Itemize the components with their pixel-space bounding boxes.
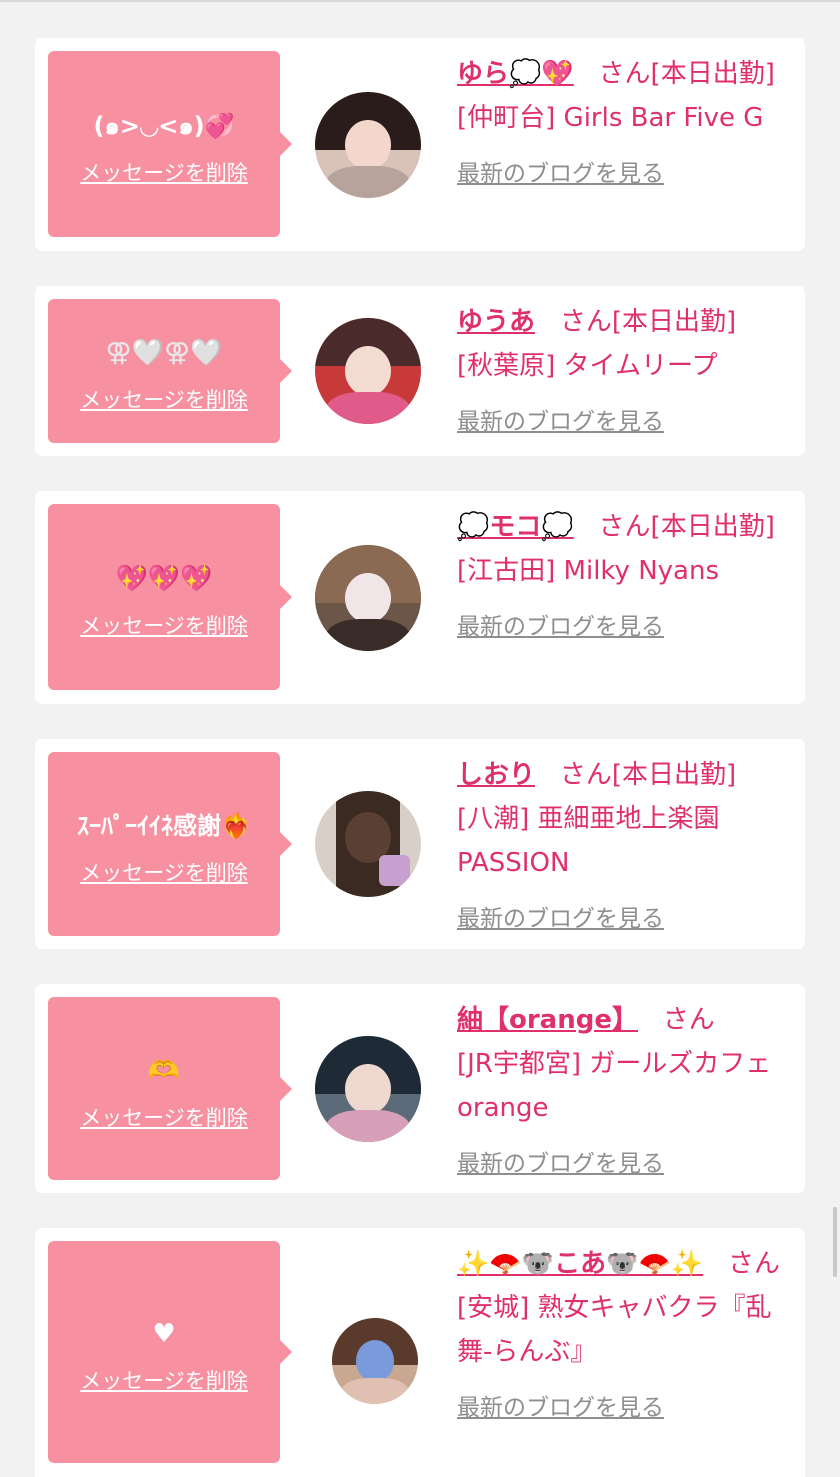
message-text: ♥: [152, 1319, 176, 1349]
honorific-status: さん: [662, 1005, 715, 1035]
delete-message-link[interactable]: メッセージを削除: [80, 857, 248, 887]
avatar[interactable]: [315, 545, 421, 651]
honorific-status: さん: [728, 1249, 781, 1279]
avatar[interactable]: [315, 791, 421, 897]
message-text: 💖💖💖: [115, 564, 213, 594]
list-item: ｽｰﾊﾟｰｲｲﾈ感謝❤️‍🔥 メッセージを削除 しおり さん[本日出勤] [八潮…: [35, 739, 805, 949]
honorific-status: さん[本日出勤]: [598, 59, 775, 89]
delete-message-link[interactable]: メッセージを削除: [80, 157, 248, 187]
shop-label: [八潮] 亜細亜地上楽園PASSION: [457, 804, 720, 878]
message-bubble: ⚢🤍⚢🤍 メッセージを削除: [48, 299, 292, 443]
list-item: (๑>◡<๑)💞 メッセージを削除 ゆら💭💖 さん[本日出勤] [仲町台] Gi…: [35, 38, 805, 251]
name-link[interactable]: 💭モコ💭: [457, 512, 574, 542]
honorific-status: さん[本日出勤]: [559, 760, 737, 790]
latest-blog-link[interactable]: 最新のブログを見る: [457, 152, 664, 196]
avatar[interactable]: [315, 92, 421, 198]
message-text: 🫶: [147, 1055, 181, 1086]
scrollbar[interactable]: [833, 1207, 837, 1277]
name-link[interactable]: ゆら💭💖: [457, 59, 574, 89]
name-link[interactable]: 紬【orange】: [457, 1005, 638, 1035]
delete-message-link[interactable]: メッセージを削除: [80, 610, 248, 640]
message-bubble: (๑>◡<๑)💞 メッセージを削除: [48, 51, 292, 237]
profile-info: しおり さん[本日出勤] [八潮] 亜細亜地上楽園PASSION 最新のブログを…: [457, 753, 792, 941]
message-text: (๑>◡<๑)💞: [93, 112, 235, 140]
latest-blog-link[interactable]: 最新のブログを見る: [457, 1142, 664, 1186]
latest-blog-link[interactable]: 最新のブログを見る: [457, 605, 664, 649]
message-bubble: 💖💖💖 メッセージを削除: [48, 504, 292, 690]
delete-message-link[interactable]: メッセージを削除: [80, 1102, 248, 1132]
profile-info: ✨🪭🐨こあ🐨🪭✨ さん [安城] 熟女キャバクラ『乱舞-らんぶ』 最新のブログを…: [457, 1242, 792, 1430]
delete-message-link[interactable]: メッセージを削除: [80, 384, 248, 414]
avatar[interactable]: [315, 1036, 421, 1142]
shop-label: [仲町台] Girls Bar Five G: [457, 103, 764, 133]
profile-info: ゆら💭💖 さん[本日出勤] [仲町台] Girls Bar Five G 最新の…: [457, 52, 792, 196]
shop-label: [江古田] Milky Nyans: [457, 556, 720, 586]
message-text: ⚢🤍⚢🤍: [105, 338, 223, 368]
shop-label: [安城] 熟女キャバクラ『乱舞-らんぶ』: [457, 1293, 772, 1367]
name-link[interactable]: ゆうあ: [457, 307, 535, 337]
shop-label: [秋葉原] タイムリープ: [457, 351, 718, 381]
delete-message-link[interactable]: メッセージを削除: [80, 1365, 248, 1395]
name-link[interactable]: ✨🪭🐨こあ🐨🪭✨: [457, 1249, 703, 1279]
latest-blog-link[interactable]: 最新のブログを見る: [457, 1386, 664, 1430]
profile-info: ゆうあ さん[本日出勤] [秋葉原] タイムリープ 最新のブログを見る: [457, 300, 792, 444]
latest-blog-link[interactable]: 最新のブログを見る: [457, 897, 664, 941]
message-bubble: ｽｰﾊﾟｰｲｲﾈ感謝❤️‍🔥 メッセージを削除: [48, 752, 292, 936]
profile-info: 💭モコ💭 さん[本日出勤] [江古田] Milky Nyans 最新のブログを見…: [457, 505, 792, 649]
shop-label: [JR宇都宮] ガールズカフェ orange: [457, 1049, 772, 1123]
honorific-status: さん[本日出勤]: [559, 307, 737, 337]
message-text: ｽｰﾊﾟｰｲｲﾈ感謝❤️‍🔥: [77, 812, 251, 840]
honorific-status: さん[本日出勤]: [598, 512, 775, 542]
profile-info: 紬【orange】 さん [JR宇都宮] ガールズカフェ orange 最新のブ…: [457, 998, 792, 1186]
message-bubble: ♥ メッセージを削除: [48, 1241, 292, 1463]
list-item: ⚢🤍⚢🤍 メッセージを削除 ゆうあ さん[本日出勤] [秋葉原] タイムリープ …: [35, 286, 805, 456]
list-item: 🫶 メッセージを削除 紬【orange】 さん [JR宇都宮] ガールズカフェ …: [35, 984, 805, 1193]
list-item: ♥ メッセージを削除 ✨🪭🐨こあ🐨🪭✨ さん [安城] 熟女キャバクラ『乱舞-ら…: [35, 1228, 805, 1477]
name-link[interactable]: しおり: [457, 760, 535, 790]
latest-blog-link[interactable]: 最新のブログを見る: [457, 400, 664, 444]
list-item: 💖💖💖 メッセージを削除 💭モコ💭 さん[本日出勤] [江古田] Milky N…: [35, 491, 805, 704]
avatar[interactable]: [332, 1318, 418, 1404]
message-bubble: 🫶 メッセージを削除: [48, 997, 292, 1180]
avatar[interactable]: [315, 318, 421, 424]
